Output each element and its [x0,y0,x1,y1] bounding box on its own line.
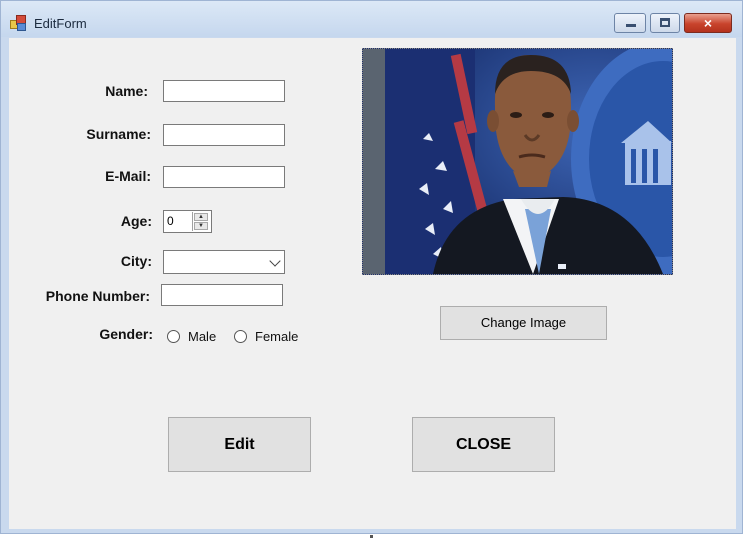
age-increment-button[interactable]: ▲ [194,213,208,221]
chevron-down-icon [269,255,281,267]
minimize-button[interactable] [614,13,646,33]
surname-label: Surname: [86,126,151,142]
email-field[interactable] [163,166,285,188]
maximize-icon [660,18,670,27]
resize-dot [370,535,373,538]
age-decrement-button[interactable]: ▼ [194,222,208,230]
minimize-icon [626,24,636,27]
gender-female-label: Female [255,329,299,344]
age-spin-buttons: ▲ ▼ [192,212,210,231]
edit-button[interactable]: Edit [168,417,311,472]
radio-button-icon [167,330,180,343]
name-field[interactable] [163,80,285,102]
window-title: EditForm [34,16,87,31]
radio-button-icon [234,330,247,343]
profile-photo-graphic [363,49,672,274]
form-app-icon [10,15,26,31]
age-label: Age: [120,213,152,229]
email-label: E-Mail: [105,168,151,184]
surname-field[interactable] [163,124,285,146]
edit-form-window: EditForm × Name: Surname: E-Mail: Age: 0… [0,0,743,534]
close-window-button[interactable]: × [684,13,732,33]
name-label: Name: [105,83,148,99]
city-dropdown[interactable] [163,250,285,274]
gender-male-radio[interactable]: Male [167,328,225,346]
close-icon: × [703,15,713,31]
gender-female-radio[interactable]: Female [234,328,304,346]
age-stepper[interactable]: 0 ▲ ▼ [163,210,212,233]
gender-male-label: Male [188,329,217,344]
age-value: 0 [167,214,174,228]
city-label: City: [120,253,152,269]
gender-label: Gender: [99,326,153,342]
form-client-area: Name: Surname: E-Mail: Age: 0 ▲ ▼ City: … [9,38,736,529]
phone-label: Phone Number: [45,288,150,304]
profile-photo [362,48,673,275]
close-button[interactable]: CLOSE [412,417,555,472]
maximize-button[interactable] [650,13,680,33]
title-bar[interactable]: EditForm × [1,1,742,37]
phone-field[interactable] [161,284,283,306]
change-image-button[interactable]: Change Image [440,306,607,340]
